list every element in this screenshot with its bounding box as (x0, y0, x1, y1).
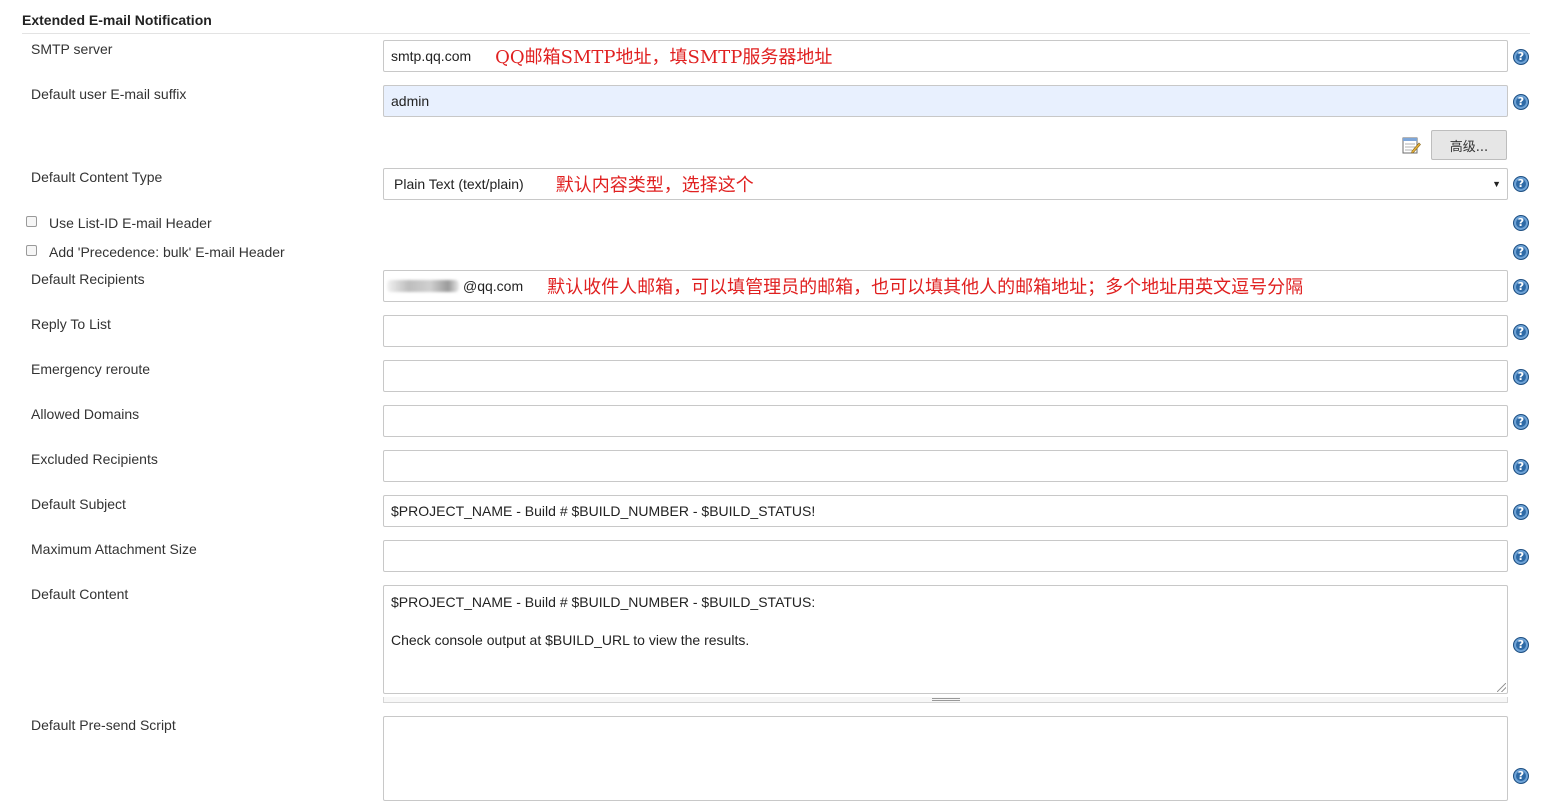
emergency-reroute-label: Emergency reroute (31, 361, 151, 377)
smtp-server-help-icon[interactable]: ? (1513, 49, 1529, 65)
default-suffix-value: admin (391, 93, 430, 109)
smtp-server-label: SMTP server (31, 41, 113, 57)
default-content-label: Default Content (31, 586, 129, 602)
allowed-domains-label: Allowed Domains (31, 406, 140, 422)
section-divider (22, 33, 1530, 34)
use-list-id-checkbox[interactable] (26, 216, 37, 227)
use-list-id-help-icon[interactable]: ? (1513, 215, 1529, 231)
default-recipients-help-icon[interactable]: ? (1513, 279, 1529, 295)
allowed-domains-help-icon[interactable]: ? (1513, 414, 1529, 430)
redacted-email-blur (387, 280, 459, 292)
content-type-label: Default Content Type (31, 169, 163, 185)
pre-send-script-value (391, 725, 1500, 744)
default-subject-label: Default Subject (31, 496, 126, 512)
resize-corner-icon[interactable] (1497, 683, 1506, 692)
default-recipients-value: @qq.com (463, 278, 524, 294)
default-subject-value: $PROJECT_NAME - Build # $BUILD_NUMBER - … (391, 503, 816, 519)
pre-send-script-help-icon[interactable]: ? (1513, 768, 1529, 784)
content-type-annotation: 默认内容类型，选择这个 (555, 175, 754, 196)
content-type-value: Plain Text (text/plain) (394, 176, 524, 192)
default-subject-help-icon[interactable]: ? (1513, 504, 1529, 520)
precedence-bulk-help-icon[interactable]: ? (1513, 244, 1529, 260)
max-attachment-size-help-icon[interactable]: ? (1513, 549, 1529, 565)
default-content-line-3: Check console output at $BUILD_URL to vi… (391, 632, 750, 648)
smtp-server-value: smtp.qq.com (391, 48, 472, 64)
default-subject-input[interactable]: $PROJECT_NAME - Build # $BUILD_NUMBER - … (383, 495, 1508, 527)
pre-send-script-textarea[interactable] (383, 716, 1508, 801)
default-content-help-icon[interactable]: ? (1513, 637, 1529, 653)
default-recipients-input[interactable]: @qq.com 默认收件人邮箱，可以填管理员的邮箱，也可以填其他人的邮箱地址；多… (383, 270, 1508, 302)
notepad-icon[interactable] (1401, 135, 1421, 155)
default-recipients-annotation: 默认收件人邮箱，可以填管理员的邮箱，也可以填其他人的邮箱地址；多个地址用英文逗号… (547, 277, 1304, 298)
use-list-id-label: Use List-ID E-mail Header (49, 215, 212, 231)
smtp-server-annotation: QQ邮箱SMTP地址，填SMTP服务器地址 (495, 47, 833, 68)
default-recipients-label: Default Recipients (31, 271, 145, 287)
allowed-domains-input[interactable] (383, 405, 1508, 437)
chevron-down-icon: ▼ (1492, 179, 1501, 189)
precedence-bulk-label: Add 'Precedence: bulk' E-mail Header (49, 244, 285, 260)
excluded-recipients-help-icon[interactable]: ? (1513, 459, 1529, 475)
default-content-line-1: $PROJECT_NAME - Build # $BUILD_NUMBER - … (391, 594, 816, 610)
smtp-server-input[interactable]: smtp.qq.com QQ邮箱SMTP地址，填SMTP服务器地址 (383, 40, 1508, 72)
reply-to-list-help-icon[interactable]: ? (1513, 324, 1529, 340)
default-suffix-input[interactable]: admin (383, 85, 1508, 117)
content-type-help-icon[interactable]: ? (1513, 176, 1529, 192)
max-attachment-size-label: Maximum Attachment Size (31, 541, 197, 557)
excluded-recipients-input[interactable] (383, 450, 1508, 482)
pre-send-script-label: Default Pre-send Script (31, 717, 176, 733)
emergency-reroute-help-icon[interactable]: ? (1513, 369, 1529, 385)
excluded-recipients-label: Excluded Recipients (31, 451, 158, 467)
reply-to-list-input[interactable] (383, 315, 1508, 347)
section-title: Extended E-mail Notification (22, 12, 212, 28)
reply-to-list-label: Reply To List (31, 316, 111, 332)
content-type-select[interactable]: Plain Text (text/plain) 默认内容类型，选择这个 ▼ (383, 168, 1508, 200)
advanced-button[interactable]: 高级... (1431, 130, 1507, 160)
default-content-textarea[interactable]: $PROJECT_NAME - Build # $BUILD_NUMBER - … (383, 585, 1508, 694)
max-attachment-size-input[interactable] (383, 540, 1508, 572)
textarea-resize-grip[interactable] (383, 697, 1508, 703)
default-suffix-help-icon[interactable]: ? (1513, 94, 1529, 110)
default-suffix-label: Default user E-mail suffix (31, 86, 187, 102)
emergency-reroute-input[interactable] (383, 360, 1508, 392)
precedence-bulk-checkbox[interactable] (26, 245, 37, 256)
default-content-line-2 (391, 613, 1500, 632)
